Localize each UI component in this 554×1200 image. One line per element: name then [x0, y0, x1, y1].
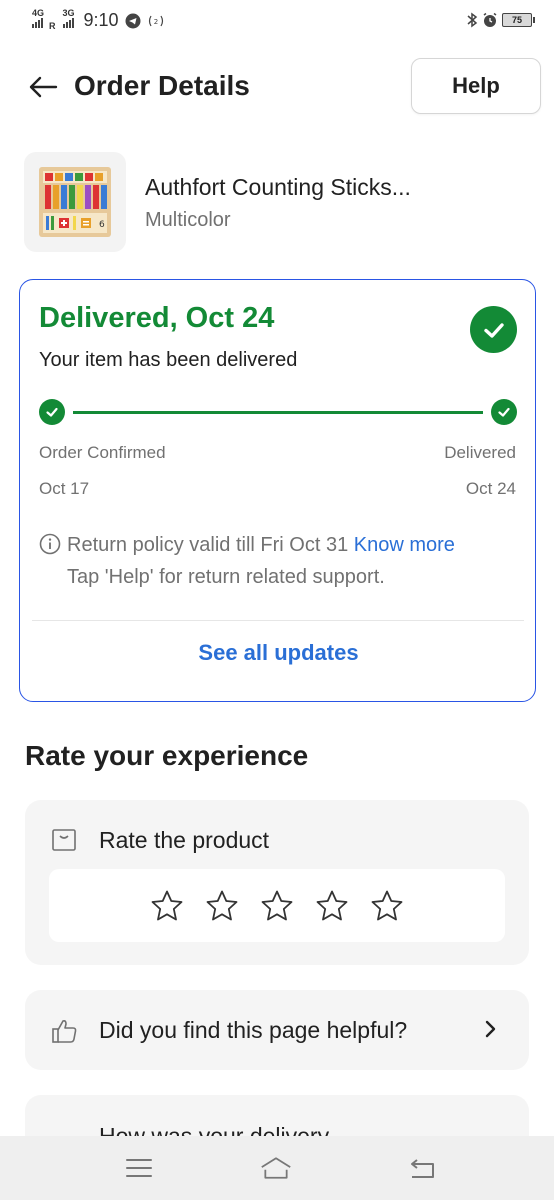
- bluetooth-icon: [466, 12, 478, 28]
- star-outline-icon: [316, 890, 348, 920]
- star-1-button[interactable]: [150, 888, 185, 923]
- helpful-label: Did you find this page helpful?: [99, 1017, 408, 1043]
- status-bar-right: 75: [466, 12, 535, 28]
- hotspot-icon: 2: [147, 13, 165, 29]
- progress-line: [73, 411, 483, 414]
- step-label-start: Order Confirmed: [39, 443, 166, 462]
- step-date-end: Oct 24: [465, 479, 516, 498]
- svg-text:2: 2: [153, 18, 157, 26]
- status-bar-left: 4G R 3G 9:10 2: [32, 8, 165, 31]
- product-row[interactable]: 6 Authfort Counting Sticks... Multicolor: [24, 152, 534, 252]
- star-outline-icon: [206, 890, 238, 920]
- star-2-button[interactable]: [205, 888, 240, 923]
- alarm-icon: [482, 12, 498, 28]
- step-check-icon: [39, 399, 65, 425]
- telegram-icon: [125, 13, 141, 29]
- status-time: 9:10: [83, 10, 119, 30]
- network-1-label: 4G: [32, 7, 45, 18]
- chevron-right-icon: [485, 1020, 496, 1038]
- system-nav-bar: [0, 1136, 554, 1200]
- svg-text:6: 6: [99, 220, 105, 230]
- star-rating: [49, 869, 505, 942]
- return-icon: [411, 1159, 434, 1178]
- return-policy-note: Tap 'Help' for return related support.: [67, 566, 385, 588]
- product-variant: Multicolor: [145, 209, 231, 231]
- info-icon: [39, 533, 61, 555]
- star-outline-icon: [261, 890, 293, 920]
- nav-back-button[interactable]: [406, 1152, 438, 1184]
- star-4-button[interactable]: [315, 888, 350, 923]
- home-icon: [261, 1157, 291, 1179]
- delivery-status-card: Delivered, Oct 24 Your item has been del…: [19, 279, 536, 702]
- divider: [32, 620, 524, 621]
- rate-section-title: Rate your experience: [25, 740, 309, 771]
- step-check-icon: [491, 399, 517, 425]
- signal-2-icon: 3G: [62, 8, 75, 28]
- delivery-status-message: Your item has been delivered: [39, 349, 298, 371]
- thumbs-up-icon: [52, 1020, 77, 1043]
- menu-icon: [126, 1159, 152, 1177]
- nav-menu-button[interactable]: [123, 1152, 155, 1184]
- signal-1-icon: 4G: [32, 8, 44, 28]
- see-all-updates-button[interactable]: See all updates: [20, 640, 537, 666]
- delivery-status-title: Delivered, Oct 24: [39, 302, 275, 334]
- product-image: 6: [24, 152, 126, 252]
- check-icon: [470, 306, 517, 353]
- product-name: Authfort Counting Sticks...: [145, 174, 411, 200]
- helpful-feedback-row[interactable]: Did you find this page helpful?: [25, 990, 529, 1070]
- know-more-link[interactable]: Know more: [354, 534, 455, 556]
- roaming-label: R: [49, 21, 56, 31]
- tracking-progress: [39, 399, 517, 425]
- step-label-end: Delivered: [444, 443, 516, 462]
- return-policy-label: Return policy valid till Fri Oct 31: [67, 534, 349, 556]
- star-outline-icon: [151, 890, 183, 920]
- battery-level: 75: [511, 15, 522, 25]
- star-3-button[interactable]: [260, 888, 295, 923]
- rate-product-card: Rate the product: [25, 800, 529, 965]
- step-date-start: Oct 17: [39, 479, 90, 498]
- rate-product-label: Rate the product: [99, 827, 270, 853]
- back-button[interactable]: [26, 70, 60, 104]
- return-policy-text: Return policy valid till Fri Oct 31 Know…: [67, 534, 455, 557]
- arrow-left-icon: [29, 76, 58, 98]
- box-icon: [52, 829, 76, 851]
- page-header: Order Details Help: [0, 56, 554, 116]
- status-bar: 4G R 3G 9:10 2 75: [0, 0, 554, 44]
- help-button[interactable]: Help: [411, 58, 541, 114]
- star-outline-icon: [371, 890, 403, 920]
- network-2-label: 3G: [62, 7, 75, 18]
- battery-icon: 75: [502, 13, 535, 27]
- nav-home-button[interactable]: [260, 1152, 292, 1184]
- page-title: Order Details: [74, 70, 250, 101]
- star-5-button[interactable]: [370, 888, 405, 923]
